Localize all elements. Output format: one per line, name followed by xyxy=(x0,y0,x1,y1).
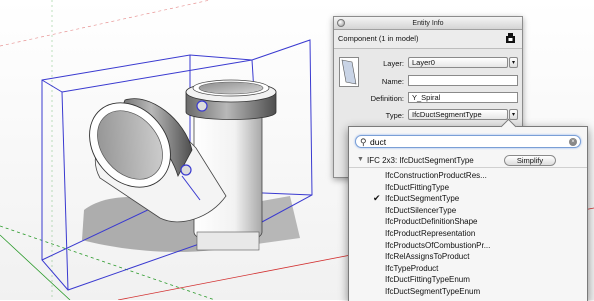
layer-dropdown[interactable]: Layer0 xyxy=(408,57,508,68)
disclosure-triangle-icon[interactable]: ▼ xyxy=(357,156,364,163)
definition-label: Definition: xyxy=(370,94,404,103)
tree-header-label: IFC 2x3: IfcDuctSegmentType xyxy=(367,156,474,165)
list-item[interactable]: IfcDuctFittingType xyxy=(349,182,587,194)
entity-info-titlebar[interactable]: Entity Info xyxy=(334,17,522,30)
close-icon[interactable] xyxy=(337,19,345,27)
type-dropdown[interactable]: IfcDuctSegmentType xyxy=(408,109,508,120)
entity-info-header: Component (1 in model) xyxy=(334,30,522,49)
list-item-label: IfcConstructionProductRes... xyxy=(385,171,487,180)
type-row: Type: IfcDuctSegmentType ▾ xyxy=(334,109,522,122)
list-item[interactable]: ✔ IfcDuctSegmentType xyxy=(349,193,587,205)
list-item-label: IfcRelAssignsToProduct xyxy=(385,252,470,262)
list-item[interactable]: IfcDuctSegmentTypeEnum xyxy=(349,286,587,298)
name-row: Name: xyxy=(334,75,522,88)
list-item[interactable]: IfcProductDefinitionShape xyxy=(349,216,587,228)
layer-row: Layer: Layer0 ▾ xyxy=(334,57,522,70)
checkmark-icon: ✔ xyxy=(373,193,381,204)
list-item-label: IfcDuctSegmentType xyxy=(385,194,460,204)
list-item[interactable]: IfcDuctSilencerType xyxy=(349,205,587,217)
name-field[interactable] xyxy=(408,75,518,86)
list-item-label: IfcProductsOfCombustionPr... xyxy=(385,240,491,250)
list-item[interactable]: IfcRelAssignsToProduct xyxy=(349,251,587,263)
component-icon[interactable] xyxy=(505,33,516,44)
list-item-label: IfcDuctSegmentTypeEnum xyxy=(385,287,481,296)
list-item[interactable]: IfcConstructionProductRes... xyxy=(349,170,587,182)
list-item-label: IfcTypeProduct xyxy=(385,263,439,273)
chevron-down-icon[interactable]: ▾ xyxy=(509,109,518,120)
list-item[interactable]: IfcDuctFittingTypeEnum xyxy=(349,274,587,286)
definition-field[interactable]: Y_Spiral xyxy=(408,92,518,103)
list-item[interactable]: IfcTypeProduct xyxy=(349,263,587,275)
tree-header: ▼ IFC 2x3: IfcDuctSegmentType Simplify xyxy=(349,154,587,168)
search-value: duct xyxy=(370,137,387,147)
chevron-down-icon[interactable]: ▾ xyxy=(509,57,518,68)
search-icon: ⚲ xyxy=(360,137,367,147)
entity-info-title: Entity Info xyxy=(412,20,444,27)
list-item-label: IfcDuctFittingTypeEnum xyxy=(385,275,470,285)
search-input[interactable]: ⚲ duct × xyxy=(355,135,581,148)
list-item-label: IfcProductDefinitionShape xyxy=(385,217,478,227)
type-label: Type: xyxy=(385,111,404,120)
list-item-label: IfcDuctSilencerType xyxy=(385,205,457,215)
list-item[interactable]: IfcProductRepresentation xyxy=(349,228,587,240)
definition-row: Definition: Y_Spiral xyxy=(334,92,522,105)
layer-label: Layer: xyxy=(383,59,404,68)
component-count-label: Component (1 in model) xyxy=(338,34,419,43)
clear-search-icon[interactable]: × xyxy=(569,138,577,146)
name-label: Name: xyxy=(381,77,404,86)
simplify-button[interactable]: Simplify xyxy=(504,155,556,166)
list-item-label: IfcDuctFittingType xyxy=(385,182,450,192)
list-item-label: IfcProductRepresentation xyxy=(385,229,476,238)
list-item[interactable]: IfcProductsOfCombustionPr... xyxy=(349,240,587,252)
ifc-type-popup: ⚲ duct × ▼ IFC 2x3: IfcDuctSegmentType S… xyxy=(348,118,588,301)
